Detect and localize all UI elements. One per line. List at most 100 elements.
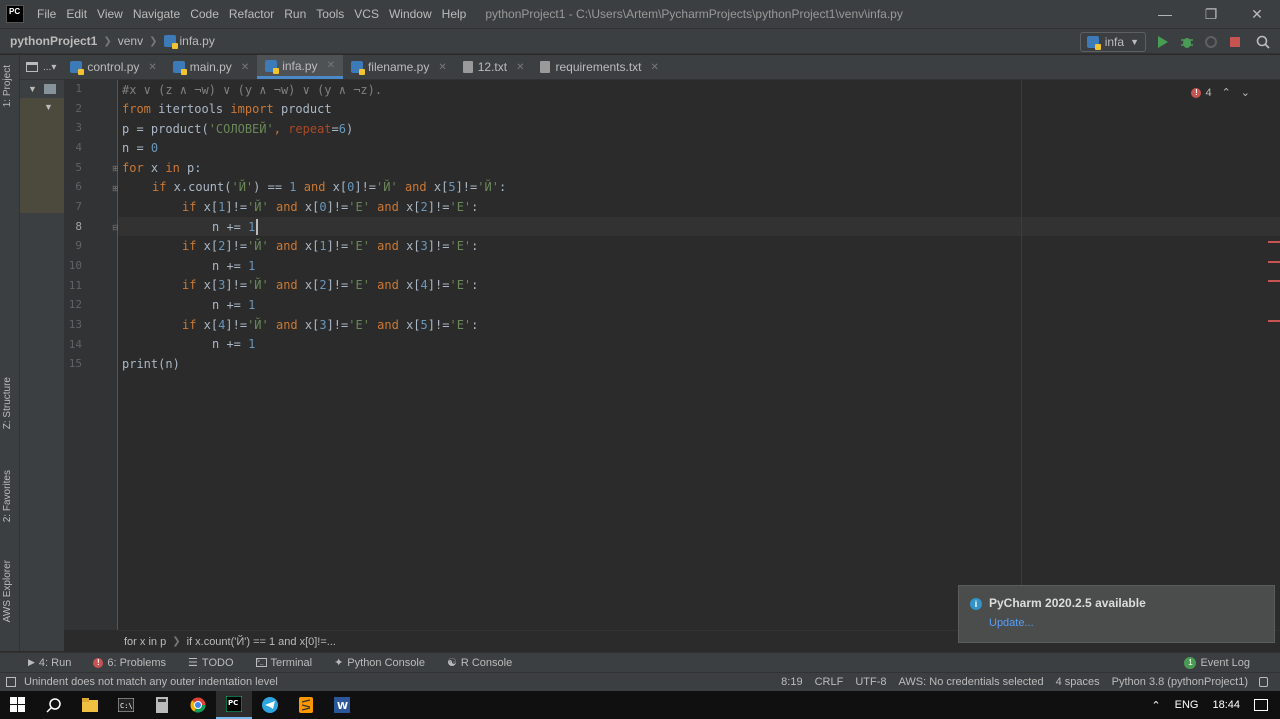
problems-tool-button[interactable]: ! 6: Problems: [93, 657, 166, 669]
run-config-selector[interactable]: infa ▼: [1079, 32, 1146, 52]
chevron-right-icon: ❯: [149, 35, 158, 47]
line-number: 13: [68, 318, 82, 331]
error-stripe-mark[interactable]: [1268, 280, 1280, 282]
update-notification: i PyCharm 2020.2.5 available Update...: [958, 585, 1275, 643]
tab-infa-py[interactable]: infa.py ✕: [257, 55, 343, 79]
python-file-icon: [350, 61, 365, 75]
tool-window-toggle-icon[interactable]: [6, 677, 16, 687]
line-separator[interactable]: CRLF: [815, 676, 844, 688]
error-indicator[interactable]: ! 4 ⌃ ⌄: [1191, 86, 1250, 99]
tab-label: main.py: [189, 60, 232, 74]
tool-window-bar: ▶ 4: Run ! 6: Problems ☰ TODO >_ Termina…: [0, 652, 1280, 672]
close-tab-icon[interactable]: ✕: [516, 62, 524, 73]
error-icon: !: [93, 657, 104, 668]
svg-text:C:\: C:\: [120, 702, 133, 710]
project-tool-tab[interactable]: 1: Project: [2, 65, 13, 107]
chevron-down-icon[interactable]: ▼: [44, 102, 53, 112]
word-icon[interactable]: W: [324, 691, 360, 719]
menu-vcs[interactable]: VCS: [349, 0, 384, 28]
project-panel: ▼ ▼: [20, 80, 64, 651]
close-tab-icon[interactable]: ✕: [651, 62, 659, 73]
sublime-text-icon[interactable]: [288, 691, 324, 719]
close-window-icon[interactable]: ✕: [1234, 0, 1280, 28]
pycharm-taskbar-icon[interactable]: PC: [216, 691, 252, 719]
menu-window[interactable]: Window: [384, 0, 437, 28]
error-stripe-mark[interactable]: [1268, 320, 1280, 322]
windows-start-icon[interactable]: [0, 691, 36, 719]
menu-navigate[interactable]: Navigate: [128, 0, 185, 28]
structure-tool-tab[interactable]: Z: Structure: [2, 377, 13, 429]
python-interpreter[interactable]: Python 3.8 (pythonProject1): [1112, 676, 1248, 688]
search-icon[interactable]: [36, 691, 72, 719]
text-cursor: [256, 219, 258, 235]
menu-edit[interactable]: Edit: [61, 0, 92, 28]
chevron-down-icon[interactable]: ⌄: [1241, 86, 1250, 99]
menu-file[interactable]: File: [32, 0, 61, 28]
python-icon: ✦: [334, 657, 344, 669]
debug-icon[interactable]: [1178, 33, 1196, 51]
search-icon[interactable]: [1254, 33, 1272, 51]
aws-credentials[interactable]: AWS: No credentials selected: [899, 676, 1044, 688]
favorites-tool-tab[interactable]: 2: Favorites: [2, 470, 13, 522]
menu-help[interactable]: Help: [437, 0, 472, 28]
telegram-icon[interactable]: [252, 691, 288, 719]
chevron-up-icon[interactable]: ⌃: [1222, 86, 1231, 99]
tab-requirements-txt[interactable]: requirements.txt ✕: [532, 55, 666, 79]
breadcrumb-for[interactable]: for x in p: [124, 636, 166, 648]
tab-filename-py[interactable]: filename.py ✕: [343, 55, 455, 79]
menu-refactor[interactable]: Refactor: [224, 0, 279, 28]
close-tab-icon[interactable]: ✕: [148, 62, 156, 73]
error-stripe-mark[interactable]: [1268, 261, 1280, 263]
menu-view[interactable]: View: [92, 0, 128, 28]
restore-icon[interactable]: ❐: [1188, 0, 1234, 28]
r-console-tool-button[interactable]: ☯ R Console: [447, 656, 512, 670]
lock-icon[interactable]: [1259, 677, 1268, 687]
event-log-tool-button[interactable]: 1 Event Log: [1184, 656, 1250, 669]
window-icon: [26, 62, 38, 72]
menu-code[interactable]: Code: [185, 0, 224, 28]
stop-icon[interactable]: [1226, 33, 1244, 51]
menu-tools[interactable]: Tools: [311, 0, 349, 28]
close-tab-icon[interactable]: ✕: [241, 62, 249, 73]
file-explorer-icon[interactable]: [72, 691, 108, 719]
notification-center-icon[interactable]: [1254, 699, 1268, 711]
svg-text:W: W: [337, 701, 348, 712]
error-stripe-mark[interactable]: [1268, 241, 1280, 243]
tab-control-py[interactable]: control.py ✕: [62, 55, 164, 79]
chevron-up-icon[interactable]: ⌃: [1151, 699, 1160, 712]
nav-file[interactable]: infa.py: [180, 34, 215, 48]
code-line-1: #x ∨ (z ∧ ¬w) ∨ (y ∧ ¬w) ∨ (y ∧ ¬z).: [122, 83, 383, 97]
caret-position[interactable]: 8:19: [781, 676, 802, 688]
coverage-icon[interactable]: [1202, 33, 1220, 51]
close-tab-icon[interactable]: ✕: [327, 60, 335, 71]
project-view-toggle[interactable]: ...▾: [20, 55, 62, 79]
code-line-13: if x[4]!='Й' and x[3]!='Е' and x[5]!='Е'…: [182, 318, 479, 332]
menu-run[interactable]: Run: [279, 0, 311, 28]
code-line-8: n += 1: [212, 220, 256, 234]
file-encoding[interactable]: UTF-8: [855, 676, 886, 688]
python-console-tool-button[interactable]: ✦ Python Console: [334, 656, 425, 670]
language-indicator[interactable]: ENG: [1175, 699, 1199, 711]
tab-12-txt[interactable]: 12.txt ✕: [455, 55, 533, 79]
todo-tool-button[interactable]: ☰ TODO: [188, 656, 233, 670]
minimize-icon[interactable]: —: [1142, 0, 1188, 28]
calculator-icon[interactable]: [144, 691, 180, 719]
indent-setting[interactable]: 4 spaces: [1056, 676, 1100, 688]
aws-explorer-tool-tab[interactable]: AWS Explorer: [2, 560, 13, 622]
breadcrumb-if[interactable]: if x.count('Й') == 1 and x[0]!=...: [187, 636, 336, 648]
tab-main-py[interactable]: main.py ✕: [165, 55, 257, 79]
nav-project[interactable]: pythonProject1: [10, 34, 97, 48]
chevron-down-icon[interactable]: ▼: [28, 84, 37, 94]
run-icon[interactable]: [1154, 33, 1172, 51]
terminal-icon: >_: [255, 658, 267, 667]
terminal-tool-button[interactable]: >_ Terminal: [255, 657, 312, 669]
nav-folder[interactable]: venv: [118, 34, 143, 48]
clock[interactable]: 18:44: [1212, 699, 1240, 711]
run-tool-button[interactable]: ▶ 4: Run: [28, 657, 71, 669]
update-link[interactable]: Update...: [989, 617, 1262, 629]
code-editor[interactable]: #x ∨ (z ∧ ¬w) ∨ (y ∧ ¬w) ∨ (y ∧ ¬z). fro…: [118, 80, 1280, 630]
close-tab-icon[interactable]: ✕: [438, 62, 446, 73]
chrome-icon[interactable]: [180, 691, 216, 719]
cmd-icon[interactable]: C:\: [108, 691, 144, 719]
status-bar: Unindent does not match any outer indent…: [0, 672, 1280, 691]
